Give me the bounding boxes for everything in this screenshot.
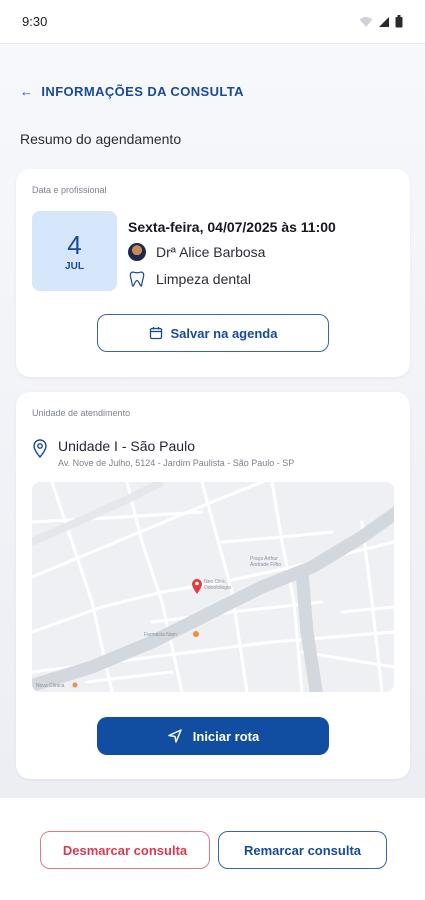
status-bar: 9:30 [0,0,425,44]
appointment-card: Data e profissional 4 JUL Sexta-feira, 0… [16,169,410,377]
unit-address: Av. Nove de Julho, 5124 - Jardim Paulist… [58,458,295,468]
page-title: INFORMAÇÕES DA CONSULTA [41,84,244,99]
footer: Desmarcar consulta Remarcar consulta [0,798,425,900]
screen: ← INFORMAÇÕES DA CONSULTA Resumo do agen… [0,44,425,798]
professional-name: Drª Alice Barbosa [156,244,266,260]
map-place-icon-2 [72,682,78,688]
map-place-label-4: Nova Clínica [36,683,65,689]
date-badge: 4 JUL [32,211,117,291]
unit-name: Unidade I - São Paulo [58,438,195,454]
avatar [128,243,146,261]
service-name: Limpeza dental [156,271,251,287]
cancel-appointment-button[interactable]: Desmarcar consulta [40,831,210,869]
unit-row: Unidade I - São Paulo Av. Nove de Julho,… [32,438,294,468]
unit-card: Unidade de atendimento Unidade I - São P… [16,392,410,779]
header: ← INFORMAÇÕES DA CONSULTA [0,84,425,99]
map-place-icon [193,631,199,637]
location-pin-icon [33,439,47,458]
status-icons [359,15,403,28]
service-row: Limpeza dental [128,270,251,288]
unit-card-label: Unidade de atendimento [32,408,131,418]
map-pin-label-2: Odontologia [204,585,231,591]
save-to-calendar-button[interactable]: Salvar na agenda [97,314,329,352]
signal-icon [379,16,389,27]
professional-row: Drª Alice Barbosa [128,243,265,261]
date-month: JUL [65,260,84,272]
map-canvas: Neo Clinic Odontologia Farmácia Nam Praç… [32,482,394,692]
reschedule-appointment-button[interactable]: Remarcar consulta [218,831,387,869]
map-place-label-3: Andrade Filho [250,562,281,568]
start-route-label: Iniciar rota [192,728,260,744]
date-day: 4 [67,229,82,260]
navigation-arrow-icon [168,729,182,743]
map[interactable]: Neo Clinic Odontologia Farmácia Nam Praç… [32,482,394,692]
save-to-calendar-label: Salvar na agenda [170,325,278,341]
tooth-icon [129,271,145,287]
arrow-left-icon[interactable]: ← [20,84,33,99]
wifi-icon [359,16,373,27]
appointment-datetime: Sexta-feira, 04/07/2025 às 11:00 [128,219,336,235]
appointment-card-label: Data e profissional [32,185,107,195]
summary-title: Resumo do agendamento [20,131,182,147]
status-time: 9:30 [22,14,48,29]
start-route-button[interactable]: Iniciar rota [97,717,329,755]
map-place-label-1: Farmácia Nam [144,632,177,638]
battery-icon [395,15,403,28]
calendar-icon [149,327,162,340]
